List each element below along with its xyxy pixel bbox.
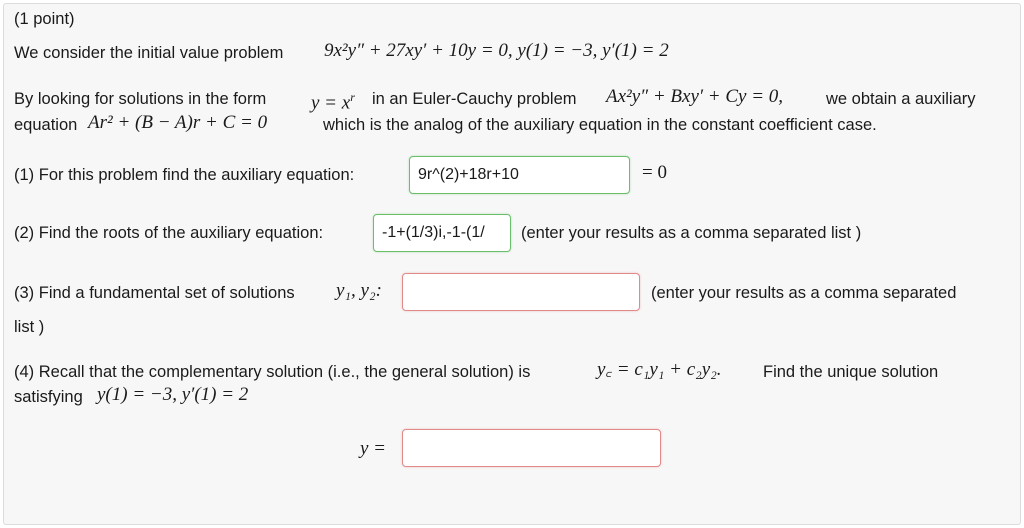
q3-suffix-2: list ) [14, 318, 45, 336]
method-text-3: we obtain a auxiliary [826, 90, 976, 108]
complementary-solution: y꜀ = c₁y₁ + c₂y₂. [597, 359, 722, 380]
auxiliary-equation-general: Ar² + (B − A)r + C = 0 [88, 112, 268, 133]
q1-label: (1) For this problem find the auxiliary … [14, 166, 355, 184]
q1-suffix: = 0 [642, 162, 667, 183]
q4-answer-label: y = [360, 438, 387, 459]
method-text-4: equation [14, 116, 78, 134]
q2-answer-input[interactable]: -1+(1/3)i,-1-(1/ [373, 214, 511, 252]
q4-label: (4) Recall that the complementary soluti… [14, 363, 531, 381]
q4-answer-input[interactable] [402, 429, 661, 467]
q1-answer-input[interactable]: 9r^(2)+18r+10 [409, 156, 630, 194]
q3-suffix: (enter your results as a comma separated [651, 284, 957, 302]
q3-vars: y₁, y₂: [336, 280, 382, 301]
method-text-1: By looking for solutions in the form [14, 90, 267, 108]
q3-answer-input[interactable] [402, 273, 640, 311]
q4-conditions: y(1) = −3, y′(1) = 2 [97, 384, 249, 405]
q4-label-3: satisfying [14, 388, 83, 406]
euler-cauchy-equation: Ax²y″ + Bxy′ + Cy = 0, [606, 86, 784, 107]
q2-suffix: (enter your results as a comma separated… [521, 224, 862, 242]
method-text-5: which is the analog of the auxiliary equ… [323, 116, 877, 134]
points-label: (1 point) [14, 10, 75, 28]
q4-label-2: Find the unique solution [763, 363, 939, 381]
solution-form: y = xr [311, 90, 355, 114]
ivp-equation: 9x²y″ + 27xy′ + 10y = 0, y(1) = −3, y′(1… [324, 40, 669, 61]
q3-label: (3) Find a fundamental set of solutions [14, 284, 295, 302]
intro-text: We consider the initial value problem [14, 44, 284, 62]
method-text-2: in an Euler-Cauchy problem [372, 90, 577, 108]
q2-label: (2) Find the roots of the auxiliary equa… [14, 224, 324, 242]
